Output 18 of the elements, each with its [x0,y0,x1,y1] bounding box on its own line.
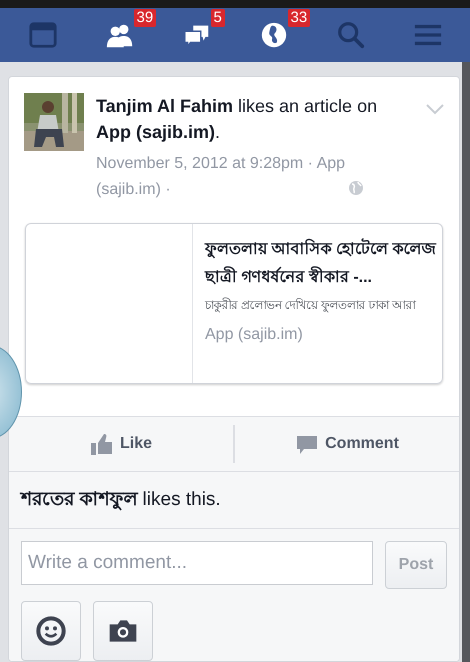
article-title: ফুলতলায় আবাসিক হোটেলে কলেজ ছাত্রী গণধর্ষনের স্বীকার -... [205,236,442,292]
globe-icon [348,180,364,196]
article-source: App (sajib.im) [205,326,304,344]
like-button[interactable]: Like [9,416,233,471]
camera-button[interactable] [93,601,153,661]
comment-field[interactable]: Write a comment... [21,541,373,585]
story-meta: November 5, 2012 at 9:28pm · App (sajib.im) · [96,154,346,200]
count-badge: 33 [288,9,310,27]
thumbs-up-icon [90,432,114,456]
comment-button[interactable]: Comment [233,424,459,463]
count-badge: 39 [134,9,156,27]
count-badge: 5 [210,9,225,27]
article-summary: চাকুরীর প্রলোভন দেখিয়ে ফুলতলার ঢাকা আরা [205,296,417,314]
story-headline: Tanjim Al Fahim likes an article on App (sajib.im). [96,95,378,144]
likes-sentence: শরতের কাশফুল likes this. [9,472,459,529]
article-attachment[interactable]: ফুলতলায় আবাসিক হোটেলে কলেজ ছাত্রী গণধর্ষনের স্বীকার -... চাকুরীর প্রলোভন দেখিয়ে ফুলতলার ঢাকা আরা App (sajib.im) [25,223,443,384]
smiley-icon [35,615,67,647]
emoji-button[interactable] [21,601,81,661]
